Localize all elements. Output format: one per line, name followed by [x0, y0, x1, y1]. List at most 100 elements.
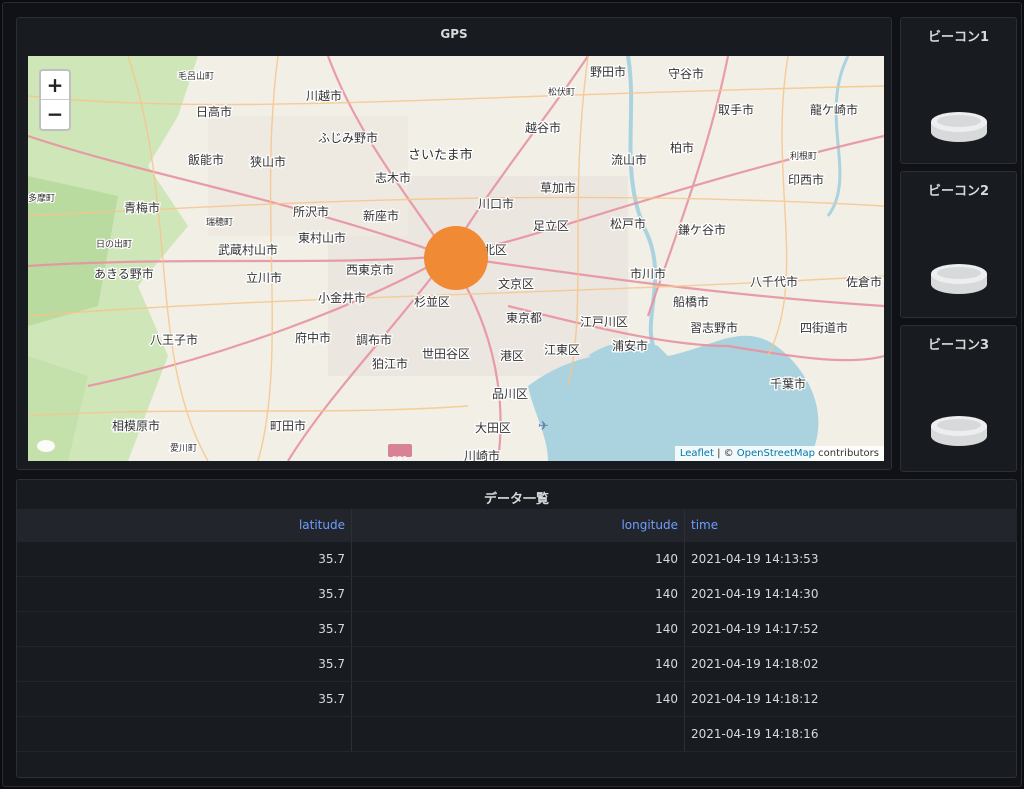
map-place-label: 松戸市 — [610, 216, 646, 231]
time-cell: 2021-04-19 14:14:30 — [691, 587, 819, 601]
map-place-label: 文京区 — [498, 276, 534, 291]
map-place-label: 鎌ケ谷市 — [678, 222, 726, 237]
map-place-label: 江東区 — [544, 343, 580, 357]
leaflet-link[interactable]: Leaflet — [680, 448, 714, 459]
time-cell: 2021-04-19 14:18:12 — [691, 692, 819, 706]
time-cell: 2021-04-19 14:17:52 — [691, 622, 819, 636]
column-header-longitude[interactable]: longitude — [352, 509, 685, 542]
map-place-label: 港区 — [500, 349, 524, 363]
map-place-label: 八千代市 — [750, 274, 798, 289]
map-place-label: 船橋市 — [673, 294, 709, 309]
map-tiles[interactable]: ✈ 毛呂山町日高市 川越市 野田市 守谷市松伏町龍ケ崎市 取手市ふじみ野市 越谷市飯能市 狭… — [28, 56, 884, 461]
latitude-cell — [17, 717, 352, 751]
longitude-cell: 140 — [352, 682, 685, 716]
beacon-icon — [931, 112, 987, 142]
gps-panel: GPS ✈ 毛呂山町 日高市 川越市 野田市 守谷市 松伏町 龍ケ崎市 取手市 … — [16, 17, 892, 470]
data-table-title: データ一覧 — [483, 492, 549, 507]
map-place-label: 瑞穂町 — [206, 216, 233, 228]
map-place-label: 大田区 — [475, 421, 511, 435]
longitude-cell: 140 — [352, 577, 685, 611]
map-place-label: 相模原市 — [112, 418, 160, 433]
longitude-cell: 140 — [352, 647, 685, 681]
map-place-label: さいたま市 — [408, 147, 473, 163]
zoom-out-button[interactable]: − — [41, 100, 69, 129]
map-place-label: 武蔵村山市 — [218, 242, 278, 257]
column-header-latitude[interactable]: latitude — [17, 509, 352, 542]
map-place-label: ふじみ野市 — [318, 130, 378, 145]
map-place-label: 川崎市 — [464, 448, 500, 461]
map-place-label: 新座市 — [363, 208, 399, 223]
latitude-cell: 35.7 — [17, 577, 352, 611]
longitude-cell: 140 — [352, 612, 685, 646]
beacon-2-panel: ビーコン2 — [900, 171, 1017, 318]
map-place-label: 日高市 — [196, 104, 232, 119]
openstreetmap-link[interactable]: OpenStreetMap — [737, 448, 815, 459]
map-place-label: E83 — [392, 455, 407, 461]
beacon-1-panel: ビーコン1 — [900, 17, 1017, 164]
gps-panel-title: GPS — [440, 27, 468, 41]
map-place-label: 市川市 — [630, 266, 666, 281]
table-row: 35.7 140 2021-04-19 14:13:53 — [17, 542, 1017, 577]
map-place-label: 西東京市 — [346, 262, 394, 277]
time-cell: 2021-04-19 14:18:16 — [691, 727, 819, 741]
dashboard-frame: GPS ✈ 毛呂山町 日高市 川越市 野田市 守谷市 松伏町 龍ケ崎市 取手市 … — [2, 2, 1022, 787]
map-place-label: 町田市 — [270, 418, 306, 433]
map-place-label: 浦安市 — [612, 338, 648, 353]
map-place-label: 調布市 — [356, 332, 392, 347]
map-place-label: 志木市 — [375, 170, 411, 185]
location-marker[interactable] — [424, 226, 488, 290]
map-place-label: 足立区 — [533, 218, 569, 233]
map-place-label: 愛川町 — [170, 442, 197, 454]
beacon-3-panel: ビーコン3 — [900, 325, 1017, 472]
map-place-label: 府中市 — [295, 330, 331, 345]
table-body: 35.7 140 2021-04-19 14:13:53 35.7 140 20… — [17, 542, 1017, 752]
latitude-cell: 35.7 — [17, 682, 352, 716]
map-place-label: 松伏町 — [548, 86, 575, 98]
map-place-label: 小金井市 — [318, 290, 366, 305]
beacon-2-title: ビーコン2 — [927, 184, 990, 199]
map-view[interactable]: ✈ 毛呂山町 日高市 川越市 野田市 守谷市 松伏町 龍ケ崎市 取手市 ふじみ野市 越谷市 飯能市 狭… — [28, 56, 884, 461]
data-table: latitude longitude time 35.7 140 2021-04… — [17, 509, 1017, 752]
map-place-label: 狛江市 — [372, 356, 408, 371]
map-place-label: 世田谷区 — [422, 347, 470, 361]
time-cell: 2021-04-19 14:18:02 — [691, 657, 819, 671]
map-place-label: 佐倉市 — [846, 274, 882, 289]
map-place-label: 飯能市 — [188, 152, 224, 167]
latitude-cell: 35.7 — [17, 647, 352, 681]
zoom-control: + − — [39, 69, 71, 131]
map-place-label: 狭山市 — [250, 154, 286, 169]
column-header-time[interactable]: time — [685, 509, 1017, 542]
map-place-label: 所沢市 — [293, 204, 329, 219]
beacon-icon — [931, 416, 987, 446]
map-attribution: Leaflet | © OpenStreetMap contributors — [674, 446, 884, 461]
svg-text:✈: ✈ — [538, 419, 549, 434]
time-cell: 2021-04-19 14:13:53 — [691, 552, 819, 566]
map-place-label: 江戸川区 — [580, 315, 628, 329]
table-row: 35.7 140 2021-04-19 14:17:52 — [17, 612, 1017, 647]
table-row: 2021-04-19 14:18:16 — [17, 717, 1017, 752]
latitude-cell: 35.7 — [17, 612, 352, 646]
attribution-suffix: contributors — [815, 448, 879, 459]
map-place-label: 利根町 — [790, 150, 817, 162]
zoom-in-button[interactable]: + — [41, 71, 69, 100]
map-place-label: 杉並区 — [414, 295, 450, 309]
map-place-label: 習志野市 — [690, 320, 738, 335]
map-place-label: 流山市 — [611, 152, 647, 167]
longitude-cell — [352, 717, 685, 751]
longitude-cell: 140 — [352, 542, 685, 576]
map-place-label: 八王子市 — [150, 332, 198, 347]
map-place-label: 越谷市 — [525, 120, 561, 135]
beacon-icon — [931, 264, 987, 294]
map-place-label: 四街道市 — [800, 320, 848, 335]
map-place-label: 取手市 — [718, 102, 754, 117]
map-place-label: 川越市 — [306, 88, 342, 103]
beacon-1-title: ビーコン1 — [927, 30, 990, 45]
map-place-label: 青梅市 — [124, 200, 160, 215]
map-place-label: 日の出町 — [96, 238, 132, 250]
latitude-cell: 35.7 — [17, 542, 352, 576]
map-place-label: 野田市 — [590, 64, 626, 79]
table-header-row: latitude longitude time — [17, 509, 1017, 542]
map-place-label: 守谷市 — [668, 66, 704, 81]
map-place-label: 東京都 — [506, 311, 542, 325]
map-place-label: 草加市 — [540, 180, 576, 195]
